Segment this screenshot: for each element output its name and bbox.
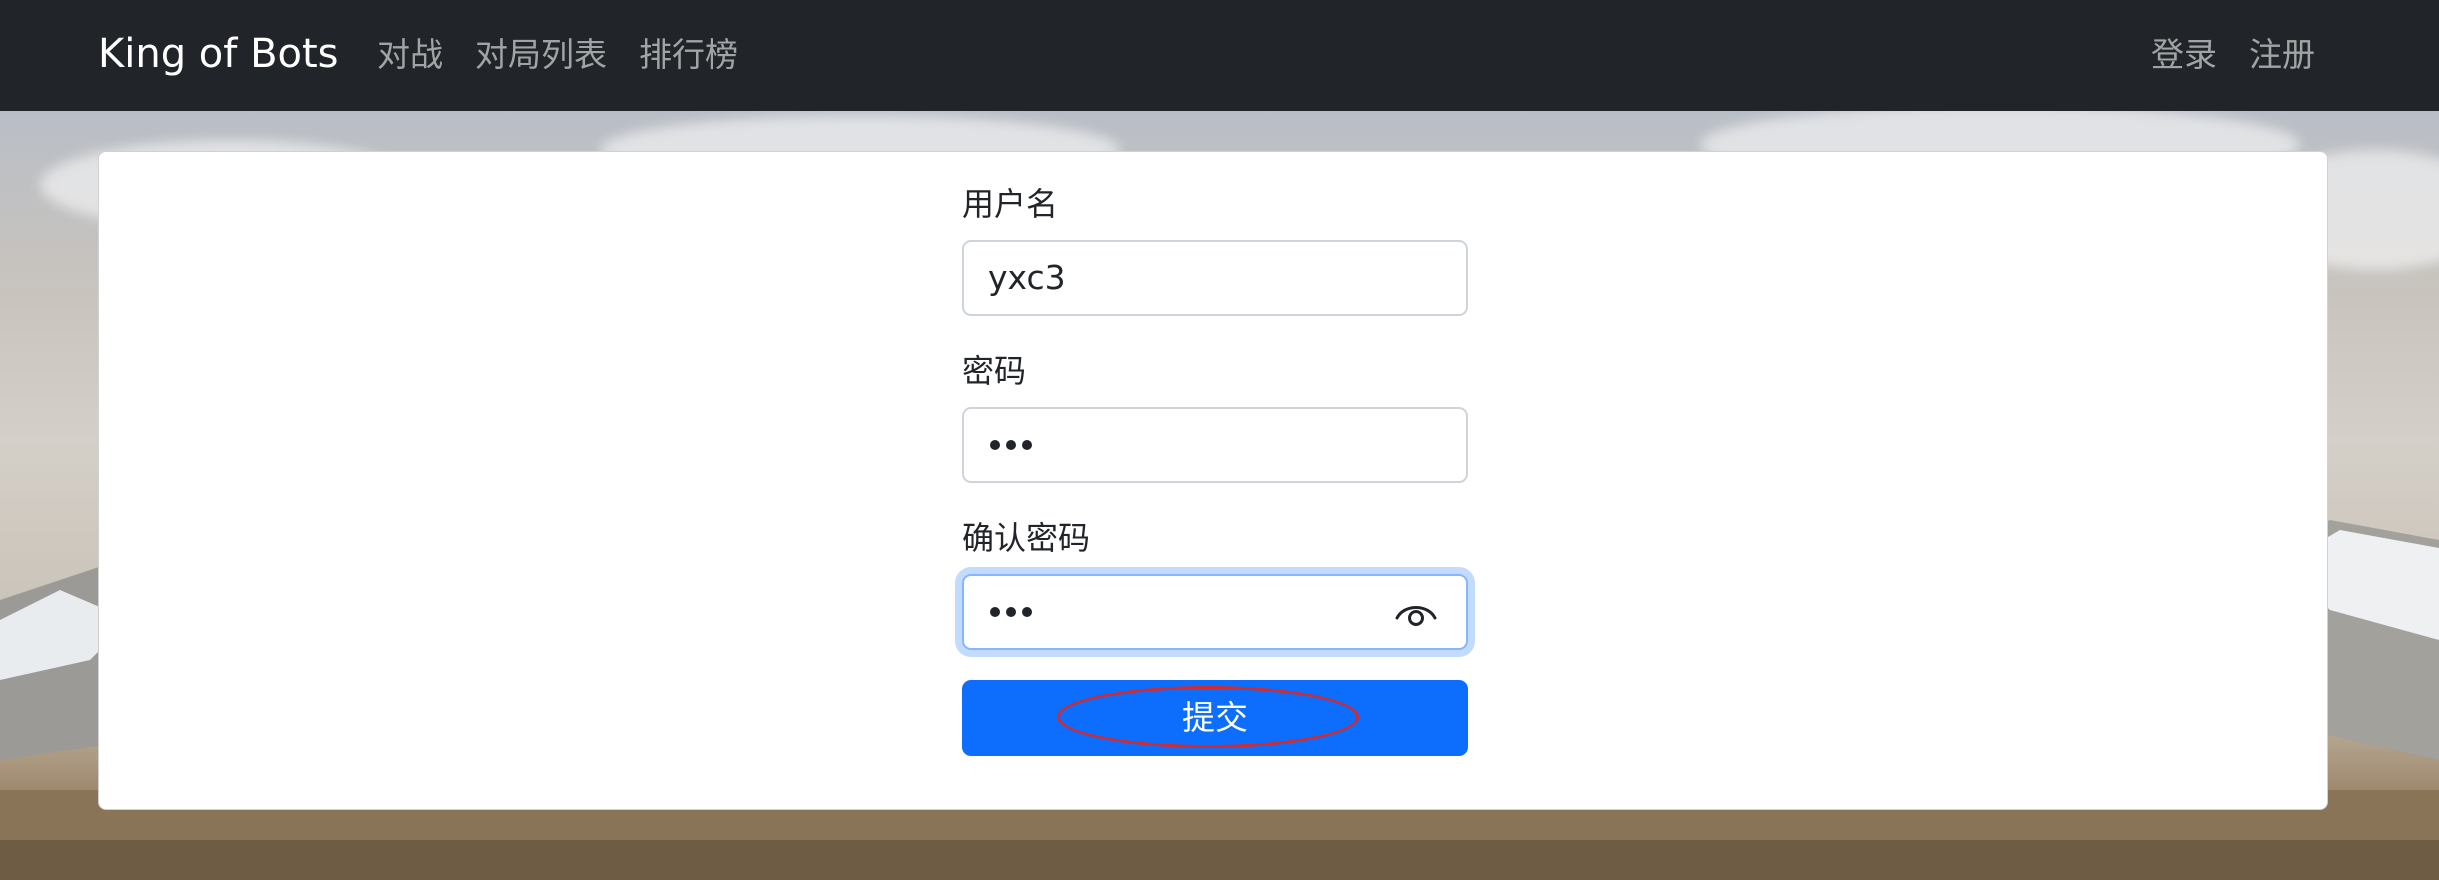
eye-icon[interactable] [1394, 596, 1438, 630]
register-card: 用户名 yxc3 密码 确认密码 提交 [98, 151, 2328, 810]
register-form: 用户名 yxc3 密码 确认密码 提交 [962, 182, 1468, 756]
primary-nav: 对战 对局列表 排行榜 [377, 30, 738, 80]
mask-dot [1006, 607, 1016, 617]
mask-dot [1022, 607, 1032, 617]
password-mask [990, 440, 1032, 450]
password-input[interactable] [962, 407, 1468, 483]
nav-link-login[interactable]: 登录 [2151, 30, 2217, 80]
nav-link-battle[interactable]: 对战 [377, 30, 443, 80]
submit-label: 提交 [1182, 698, 1248, 737]
top-navbar: King of Bots 对战 对局列表 排行榜 登录 注册 [0, 0, 2439, 111]
brand-logo-link[interactable]: King of Bots [98, 27, 339, 81]
password-label: 密码 [962, 352, 1027, 390]
mask-dot [990, 440, 1000, 450]
confirm-password-input[interactable] [962, 574, 1468, 650]
mask-dot [1006, 440, 1016, 450]
mask-dot [990, 607, 1000, 617]
account-nav: 登录 注册 [2151, 30, 2315, 80]
confirm-password-label: 确认密码 [962, 519, 1091, 557]
username-value: yxc3 [988, 258, 1066, 297]
nav-link-ranklist[interactable]: 排行榜 [639, 30, 738, 80]
username-label: 用户名 [962, 185, 1059, 223]
nav-link-register[interactable]: 注册 [2249, 30, 2315, 80]
submit-button[interactable]: 提交 [962, 680, 1468, 756]
confirm-password-mask [990, 607, 1032, 617]
username-input[interactable]: yxc3 [962, 240, 1468, 316]
nav-link-record-list[interactable]: 对局列表 [475, 30, 607, 80]
mask-dot [1022, 440, 1032, 450]
